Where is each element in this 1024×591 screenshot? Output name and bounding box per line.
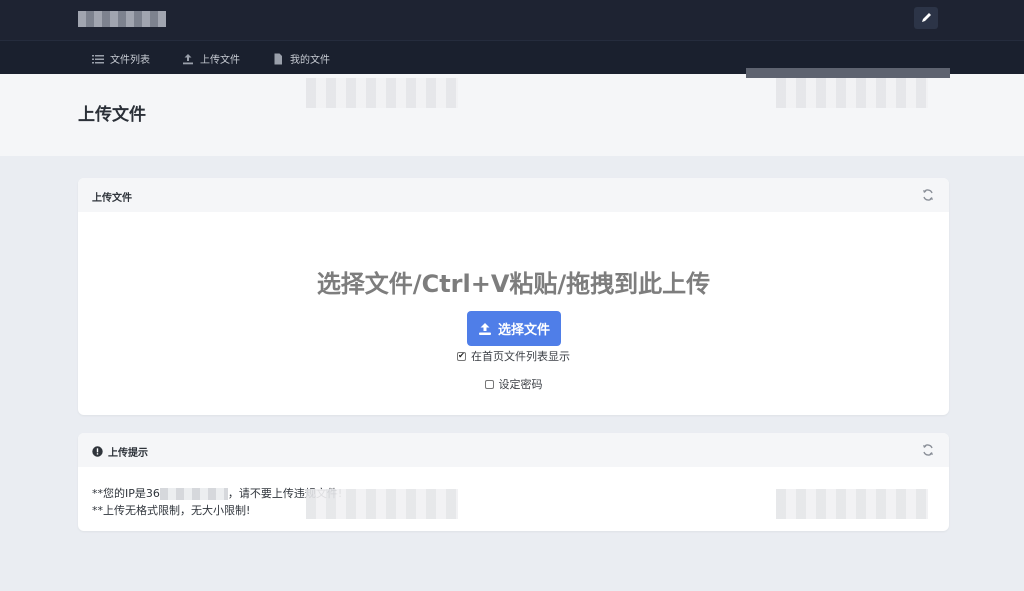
card-title: 上传文件 [92, 193, 132, 204]
select-file-button[interactable]: 选择文件 [467, 311, 561, 346]
pencil-icon [922, 13, 931, 22]
redacted-block [776, 489, 928, 519]
site-logo[interactable] [78, 11, 166, 27]
list-icon [92, 54, 104, 63]
redacted-block [776, 78, 928, 108]
info-icon [92, 446, 103, 457]
redacted-block [306, 489, 458, 519]
select-file-label: 选择文件 [497, 323, 550, 338]
show-on-homepage-option[interactable]: ✔ 在首页文件列表显示 [78, 348, 949, 364]
page-title: 上传文件 [78, 105, 146, 125]
option-label: 设定密码 [498, 378, 543, 391]
ip-prefix: **您的IP是36 [92, 487, 160, 500]
edit-button[interactable] [914, 7, 938, 29]
upload-card: 上传文件 选择文件/Ctrl+V粘贴/拖拽到此上传 选择文件 ✔ 在首页文件列表… [78, 178, 949, 415]
top-bar [0, 0, 1024, 40]
card-title-row: 上传提示 [92, 444, 148, 459]
card-header: 上传提示 [78, 433, 949, 467]
nav-item-file-list[interactable]: 文件列表 [92, 51, 150, 66]
nav-label: 上传文件 [200, 55, 240, 66]
set-password-option[interactable]: 设定密码 [78, 376, 949, 392]
show-on-homepage-checkbox[interactable]: ✔ [457, 351, 466, 361]
tip-line-limits: **上传无格式限制，无大小限制! [92, 504, 251, 517]
refresh-icon[interactable] [921, 188, 935, 202]
nav-label: 文件列表 [110, 55, 150, 66]
set-password-checkbox[interactable] [484, 379, 494, 389]
tip-line-ip: **您的IP是36 ，请不要上传违规文件! [92, 485, 342, 501]
nav-item-upload[interactable]: 上传文件 [182, 51, 240, 66]
redacted-bar [746, 68, 950, 78]
upload-icon [478, 322, 491, 335]
nav-item-my-files[interactable]: 我的文件 [272, 51, 330, 66]
nav-label: 我的文件 [290, 55, 330, 66]
card-header: 上传文件 [78, 178, 949, 212]
drop-zone-text[interactable]: 选择文件/Ctrl+V粘贴/拖拽到此上传 [78, 264, 949, 299]
redacted-block [306, 78, 458, 108]
file-icon [274, 53, 282, 64]
card-title: 上传提示 [108, 448, 148, 459]
upload-icon [183, 53, 193, 64]
option-label: 在首页文件列表显示 [471, 350, 570, 363]
upload-tips-card: 上传提示 **您的IP是36 ，请不要上传违规文件! **上传无格式限制，无大小限… [78, 433, 949, 531]
redacted-ip [159, 488, 228, 500]
refresh-icon[interactable] [921, 443, 935, 457]
